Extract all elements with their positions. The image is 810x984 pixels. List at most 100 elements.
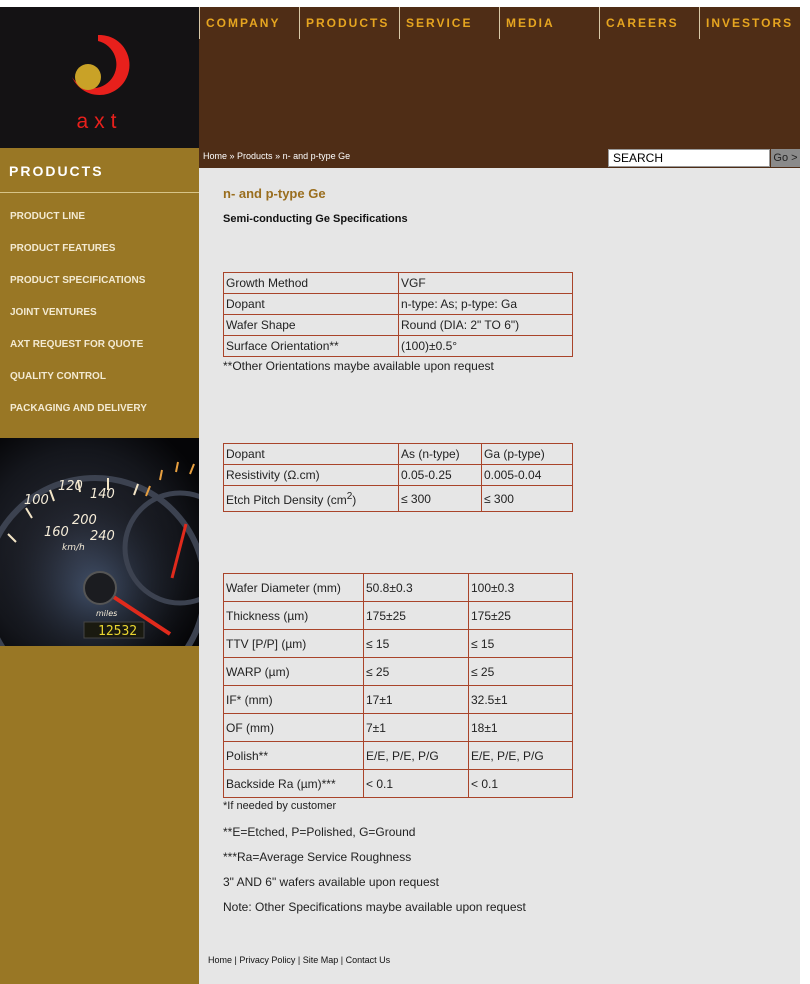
sidebar-item-joint-ventures[interactable]: JOINT VENTURES — [10, 307, 147, 339]
footnote-if: *If needed by customer — [223, 800, 337, 812]
gauge-label-120: 120 — [58, 479, 83, 494]
footer-privacy-link[interactable]: Privacy Policy — [239, 955, 295, 965]
table-row: Resistivity (Ω.cm) 0.05-0.25 0.005-0.04 — [223, 464, 573, 486]
table-row: Backside Ra (µm)*** < 0.1 < 0.1 — [223, 769, 573, 798]
breadcrumb-products[interactable]: Products — [237, 151, 273, 161]
table-cell: n-type: As; p-type: Ga — [398, 293, 573, 315]
footer-sitemap-link[interactable]: Site Map — [303, 955, 339, 965]
table-cell: ≤ 15 — [363, 629, 469, 658]
table-cell: 18±1 — [468, 713, 573, 742]
search-go-button[interactable]: Go > — [771, 149, 800, 167]
table-row: Growth Method VGF — [223, 272, 573, 294]
sidebar-menu: PRODUCT LINE PRODUCT FEATURES PRODUCT SP… — [10, 211, 147, 435]
nav-careers[interactable]: CAREERS — [599, 7, 699, 39]
table-cell: OF (mm) — [223, 713, 364, 742]
footnote-ra: ***Ra=Average Service Roughness — [223, 850, 412, 864]
sidebar: PRODUCTS PRODUCT LINE PRODUCT FEATURES P… — [0, 148, 199, 984]
table-cell: Etch Pitch Density (cm2) — [223, 485, 399, 512]
nav-media[interactable]: MEDIA — [499, 7, 599, 39]
breadcrumb-separator: » — [272, 151, 283, 161]
footer-contact-link[interactable]: Contact Us — [346, 955, 391, 965]
table-row: WARP (µm) ≤ 25 ≤ 25 — [223, 657, 573, 686]
table-cell: ≤ 300 — [398, 485, 482, 512]
table-cell: Polish** — [223, 741, 364, 770]
sidebar-item-quality-control[interactable]: QUALITY CONTROL — [10, 371, 147, 403]
electrical-spec-table: Dopant As (n-type) Ga (p-type) Resistivi… — [223, 443, 573, 512]
gauge-miles: miles — [96, 609, 117, 618]
table-cell: Backside Ra (µm)*** — [223, 769, 364, 798]
table-cell: E/E, P/E, P/G — [363, 741, 469, 770]
breadcrumb: Home » Products » n- and p-type Ge — [203, 151, 350, 161]
table-header-cell: Dopant — [223, 443, 399, 465]
table-cell: 0.05-0.25 — [398, 464, 482, 486]
nav-service[interactable]: SERVICE — [399, 7, 499, 39]
table-cell: E/E, P/E, P/G — [468, 741, 573, 770]
logo[interactable]: axt — [0, 7, 199, 148]
search-input[interactable] — [608, 149, 770, 167]
logo-mark-icon — [72, 34, 130, 95]
breadcrumb-home[interactable]: Home — [203, 151, 227, 161]
page-subtitle: Semi-conducting Ge Specifications — [223, 213, 408, 225]
page: axt COMPANY PRODUCTS SERVICE MEDIA CAREE… — [0, 0, 800, 984]
table-cell: 100±0.3 — [468, 573, 573, 602]
mechanical-spec-table: Wafer Diameter (mm) 50.8±0.3 100±0.3 Thick… — [223, 573, 573, 798]
table-cell: < 0.1 — [468, 769, 573, 798]
top-nav: COMPANY PRODUCTS SERVICE MEDIA CAREERS I… — [199, 7, 800, 39]
table-cell: Wafer Shape — [223, 314, 399, 336]
breadcrumb-separator: » — [227, 151, 238, 161]
sidebar-item-product-specifications[interactable]: PRODUCT SPECIFICATIONS — [10, 275, 147, 307]
page-title: n- and p-type Ge — [223, 186, 326, 201]
footer-home-link[interactable]: Home — [208, 955, 232, 965]
table-cell: ≤ 15 — [468, 629, 573, 658]
breadcrumb-bar: Home » Products » n- and p-type Ge Go > — [199, 148, 800, 168]
footer: Home | Privacy Policy | Site Map | Conta… — [208, 955, 390, 965]
sidebar-title: PRODUCTS — [9, 163, 104, 179]
general-spec-table: Growth Method VGF Dopant n-type: As; p-t… — [223, 272, 573, 357]
table-cell: ≤ 25 — [363, 657, 469, 686]
table-row: Etch Pitch Density (cm2) ≤ 300 ≤ 300 — [223, 485, 573, 512]
gauge-label-200: 200 — [72, 513, 97, 528]
sidebar-item-product-line[interactable]: PRODUCT LINE — [10, 211, 147, 243]
table-cell: Round (DIA: 2" TO 6") — [398, 314, 573, 336]
table-row: Thickness (µm) 175±25 175±25 — [223, 601, 573, 630]
speedometer-image: 100 120 140 160 200 240 km/h miles 12532 — [0, 438, 199, 646]
table-row: Wafer Shape Round (DIA: 2" TO 6") — [223, 314, 573, 336]
table-cell: Resistivity (Ω.cm) — [223, 464, 399, 486]
main-content: n- and p-type Ge Semi-conducting Ge Spec… — [199, 168, 800, 984]
table-cell: Wafer Diameter (mm) — [223, 573, 364, 602]
table-cell: Growth Method — [223, 272, 399, 294]
table-row: Polish** E/E, P/E, P/G E/E, P/E, P/G — [223, 741, 573, 770]
table-cell: Thickness (µm) — [223, 601, 364, 630]
logo-text: axt — [76, 110, 123, 133]
nav-investors[interactable]: INVESTORS — [699, 7, 799, 39]
wafer-availability-note: 3" AND 6" wafers available upon request — [223, 875, 439, 889]
orientation-note: **Other Orientations maybe available upo… — [223, 359, 494, 373]
footer-separator: | — [295, 955, 303, 965]
table-cell: < 0.1 — [363, 769, 469, 798]
table-cell: 175±25 — [363, 601, 469, 630]
specifications-note: Note: Other Specifications maybe availab… — [223, 900, 526, 914]
table-cell: ≤ 300 — [481, 485, 573, 512]
gauge-unit: km/h — [62, 543, 85, 553]
table-row: Wafer Diameter (mm) 50.8±0.3 100±0.3 — [223, 573, 573, 602]
nav-company[interactable]: COMPANY — [199, 7, 299, 39]
gauge-label-140: 140 — [90, 487, 115, 502]
table-row: Dopant n-type: As; p-type: Ga — [223, 293, 573, 315]
sidebar-item-request-for-quote[interactable]: AXT REQUEST FOR QUOTE — [10, 339, 147, 371]
breadcrumb-current[interactable]: n- and p-type Ge — [283, 151, 351, 161]
sidebar-item-packaging-delivery[interactable]: PACKAGING AND DELIVERY — [10, 403, 147, 435]
table-row: Surface Orientation** (100)±0.5° — [223, 335, 573, 357]
table-cell: 0.005-0.04 — [481, 464, 573, 486]
table-cell: 17±1 — [363, 685, 469, 714]
table-row: IF* (mm) 17±1 32.5±1 — [223, 685, 573, 714]
table-row: TTV [P/P] (µm) ≤ 15 ≤ 15 — [223, 629, 573, 658]
page-margin — [800, 0, 810, 984]
table-cell: (100)±0.5° — [398, 335, 573, 357]
table-row: Dopant As (n-type) Ga (p-type) — [223, 443, 573, 465]
table-cell: Dopant — [223, 293, 399, 315]
sidebar-item-product-features[interactable]: PRODUCT FEATURES — [10, 243, 147, 275]
table-cell: 175±25 — [468, 601, 573, 630]
sidebar-divider — [0, 192, 199, 193]
nav-products[interactable]: PRODUCTS — [299, 7, 399, 39]
table-cell: IF* (mm) — [223, 685, 364, 714]
